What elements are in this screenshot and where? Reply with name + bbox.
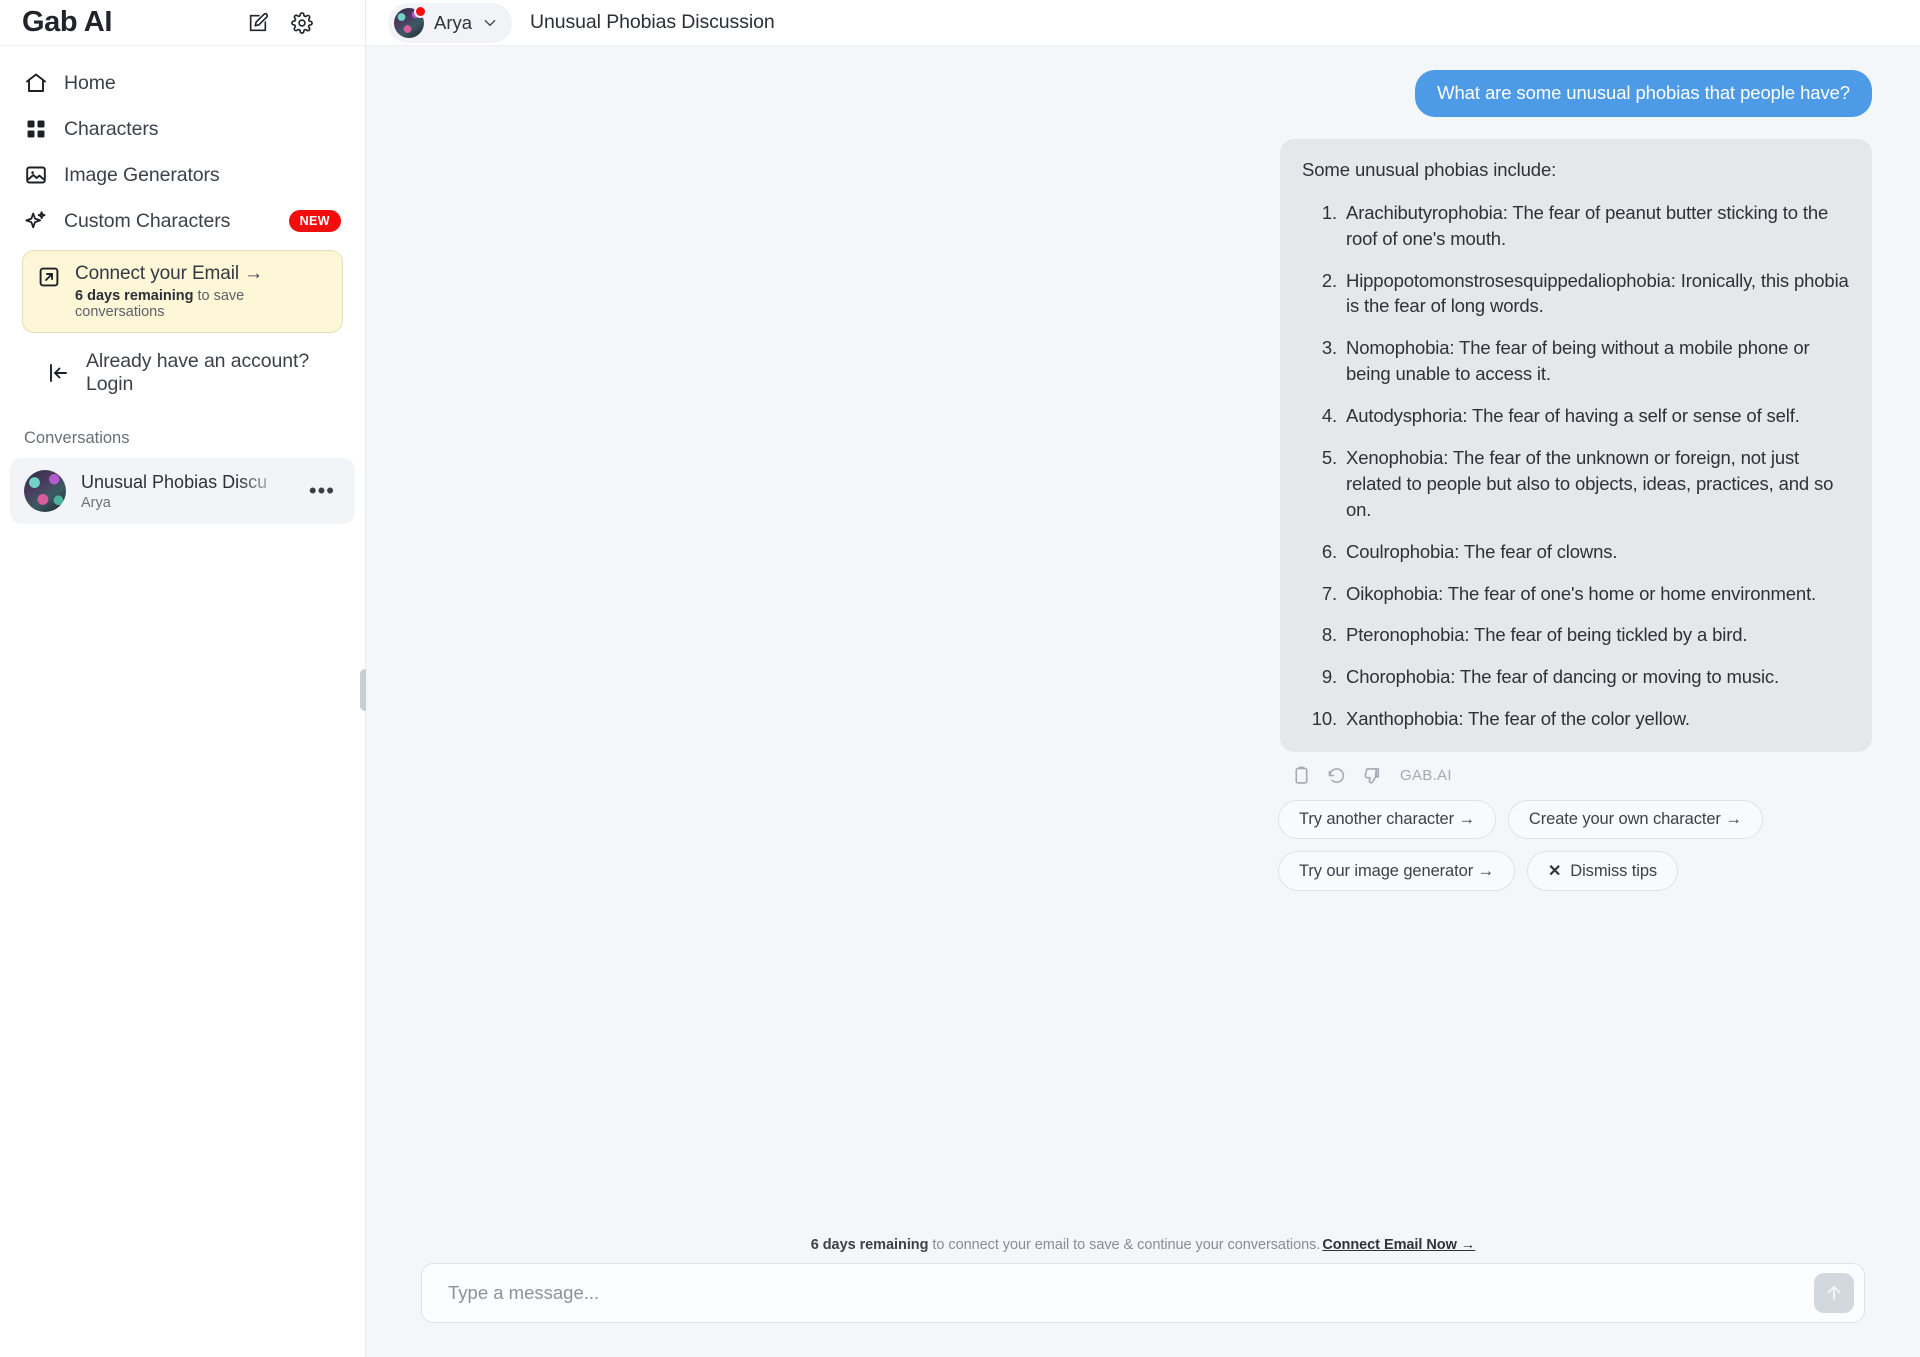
app-logo: Gab AI <box>22 6 112 38</box>
app-root: Gab AI Home Characters Image Generators … <box>0 0 1920 1357</box>
connect-email-subtitle: 6 days remaining to save conversations <box>75 288 328 320</box>
conversation-text: Unusual Phobias Discu Arya <box>81 472 288 511</box>
connect-email-days: 6 days remaining <box>75 288 194 304</box>
phobia-list-item: Arachibutyrophobia: The fear of peanut b… <box>1342 200 1850 252</box>
main-panel: Arya Unusual Phobias Discussion What are… <box>366 0 1920 1357</box>
sidebar-item-label-custom-characters: Custom Characters <box>64 209 231 232</box>
sidebar-item-login[interactable]: Already have an account? Login <box>24 339 343 407</box>
copy-icon[interactable] <box>1291 765 1312 786</box>
sidebar-header-actions <box>247 11 341 34</box>
external-link-icon <box>37 265 61 289</box>
conversation-title: Unusual Phobias Discu <box>81 471 268 492</box>
phobia-list-item: Hippopotomonstrosesquippedaliophobia: Ir… <box>1342 268 1850 320</box>
email-reminder: 6 days remaining to connect your email t… <box>402 1229 1884 1263</box>
conversations-section-label: Conversations <box>24 429 130 447</box>
conversation-menu-icon[interactable]: ••• <box>303 480 341 502</box>
chip-dismiss-tips[interactable]: ✕ Dismiss tips <box>1526 851 1679 892</box>
sidebar-item-label-home: Home <box>64 71 116 94</box>
sidebar-item-home[interactable]: Home <box>12 60 353 106</box>
user-message-bubble: What are some unusual phobias that peopl… <box>1415 70 1872 117</box>
phobia-list: Arachibutyrophobia: The fear of peanut b… <box>1302 200 1850 732</box>
chip-create-your-own-character[interactable]: Create your own character → <box>1507 800 1763 840</box>
sidebar-item-custom-characters[interactable]: Custom Characters NEW <box>12 198 353 244</box>
status-dot-icon <box>414 4 427 18</box>
phobia-list-item: Coulrophobia: The fear of clowns. <box>1342 539 1850 565</box>
gear-icon[interactable] <box>291 11 313 34</box>
phobia-list-item: Chorophobia: The fear of dancing or movi… <box>1342 664 1850 690</box>
phobia-list-item: Autodysphoria: The fear of having a self… <box>1342 403 1850 429</box>
sidebar-item-label-login: Already have an account? Login <box>86 350 310 395</box>
composer-area: 6 days remaining to connect your email t… <box>366 1229 1920 1357</box>
login-arrow-icon <box>46 361 70 385</box>
list-item[interactable]: Unusual Phobias Discu Arya ••• <box>10 458 355 524</box>
character-name: Arya <box>434 11 473 33</box>
assistant-intro-text: Some unusual phobias include: <box>1302 158 1557 180</box>
sidebar-item-label-characters: Characters <box>64 117 159 140</box>
email-reminder-text: to connect your email to save & continue… <box>928 1237 1321 1253</box>
conversation-character: Arya <box>81 494 111 511</box>
character-selector[interactable]: Arya <box>388 2 513 43</box>
chat-header: Arya Unusual Phobias Discussion <box>366 0 1920 46</box>
message-thread: What are some unusual phobias that peopl… <box>366 46 1920 1357</box>
close-icon: ✕ <box>1547 863 1562 881</box>
phobia-list-item: Xenophobia: The fear of the unknown or f… <box>1342 445 1850 523</box>
sidebar: Gab AI Home Characters Image Generators … <box>0 0 370 1357</box>
sidebar-item-label-image-generators: Image Generators <box>64 163 220 186</box>
phobia-list-item: Pteronophobia: The fear of being tickled… <box>1342 622 1850 648</box>
connect-email-link[interactable]: Connect Email Now → <box>1322 1237 1475 1253</box>
message-actions: GAB.AI <box>1280 765 1872 786</box>
avatar <box>24 470 66 512</box>
home-icon <box>24 71 48 95</box>
chevron-down-icon <box>482 15 498 31</box>
sidebar-item-characters[interactable]: Characters <box>12 106 353 152</box>
page-title: Unusual Phobias Discussion <box>530 11 775 33</box>
status-badge-new: NEW <box>288 210 341 232</box>
suggestion-chips: Try another character → Create your own … <box>1272 800 1872 892</box>
phobia-list-item: Nomophobia: The fear of being without a … <box>1342 335 1850 387</box>
phobia-list-item: Oikophobia: The fear of one's home or ho… <box>1342 581 1850 607</box>
message-input[interactable] <box>446 1281 1814 1305</box>
chip-dismiss-tips-label: Dismiss tips <box>1570 861 1658 880</box>
chip-try-another-character[interactable]: Try another character → <box>1278 800 1496 840</box>
chip-try-image-generator[interactable]: Try our image generator → <box>1278 851 1515 892</box>
sparkle-icon <box>24 209 48 233</box>
send-button[interactable] <box>1814 1273 1854 1313</box>
connect-email-title: Connect your Email → <box>75 263 264 284</box>
image-icon <box>24 163 48 187</box>
thumbs-down-icon[interactable] <box>1361 765 1382 786</box>
arrow-up-icon <box>1827 1286 1841 1301</box>
sidebar-item-image-generators[interactable]: Image Generators <box>12 152 353 198</box>
grid-icon <box>24 117 48 141</box>
sidebar-nav: Home Characters Image Generators Custom … <box>0 46 365 407</box>
connect-email-card[interactable]: Connect your Email → 6 days remaining to… <box>22 250 343 333</box>
compose-icon[interactable] <box>247 12 269 34</box>
assistant-message-bubble: Some unusual phobias include: Arachibuty… <box>1280 138 1872 753</box>
source-tag: GAB.AI <box>1400 767 1452 785</box>
regenerate-icon[interactable] <box>1326 765 1347 786</box>
sidebar-header: Gab AI <box>0 0 365 46</box>
phobia-list-item: Xanthophobia: The fear of the color yell… <box>1342 706 1850 732</box>
character-avatar <box>394 4 427 38</box>
message-composer[interactable] <box>421 1263 1865 1323</box>
email-reminder-days: 6 days remaining <box>810 1237 929 1253</box>
connect-email-text: Connect your Email → 6 days remaining to… <box>75 263 328 320</box>
